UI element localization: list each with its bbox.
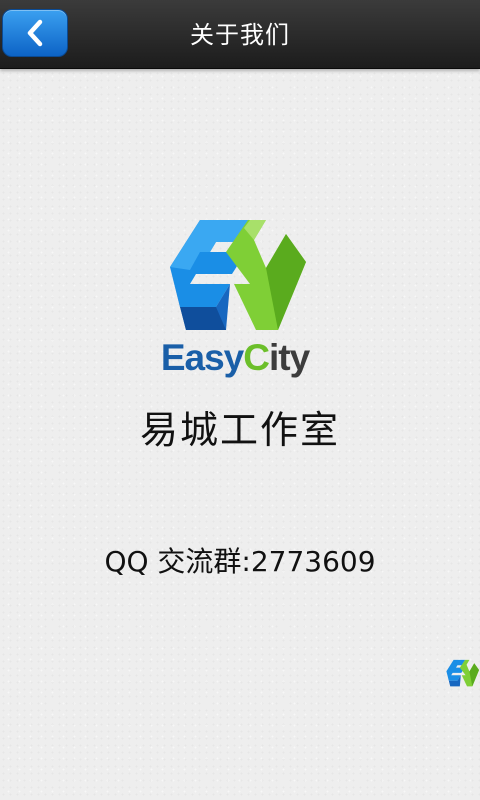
logo-text-ity: ity	[268, 337, 310, 378]
qq-group-text: QQ 交流群:2773609	[104, 545, 376, 578]
logo-text-easy: Easy	[160, 337, 244, 378]
logo-wordmark: EasyCity	[160, 336, 310, 380]
floating-logo-icon[interactable]	[444, 658, 480, 694]
studio-name: 易城工作室	[139, 408, 340, 452]
top-bar: 关于我们	[0, 0, 480, 69]
logo-text-c: C	[243, 337, 270, 378]
page-title: 关于我们	[190, 21, 290, 49]
